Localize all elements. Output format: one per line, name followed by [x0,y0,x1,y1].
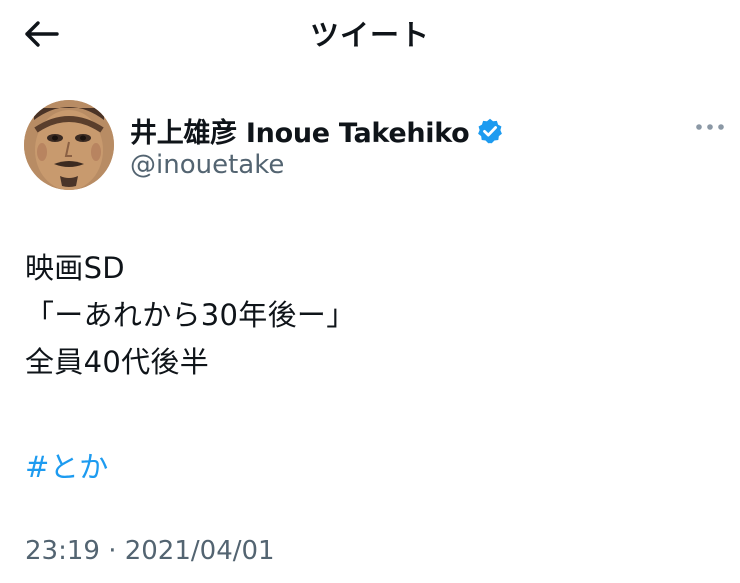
page-title: ツイート [309,18,430,52]
more-dots-icon [696,124,724,130]
tweet-text: 映画SD 「ーあれから30年後ー」 全員40代後半 [25,245,715,386]
avatar-image [24,100,114,190]
tweet-line: 全員40代後半 [25,345,210,379]
author-handle[interactable]: @inouetake [130,150,284,180]
tweet-line: 映画SD [25,251,125,285]
top-bar: ツイート [0,0,740,70]
hashtag-link[interactable]: #とか [25,444,109,486]
tweet-line: 「ーあれから30年後ー」 [25,298,356,332]
tweet-timestamp[interactable]: 23:19 · 2021/04/01 [25,536,275,566]
author-avatar[interactable] [24,100,114,190]
more-options-button[interactable] [690,112,730,142]
author-name-row[interactable]: 井上雄彦 Inoue Takehiko [130,111,504,150]
author-display-name[interactable]: 井上雄彦 Inoue Takehiko [130,111,470,150]
verified-badge-icon [478,118,503,143]
